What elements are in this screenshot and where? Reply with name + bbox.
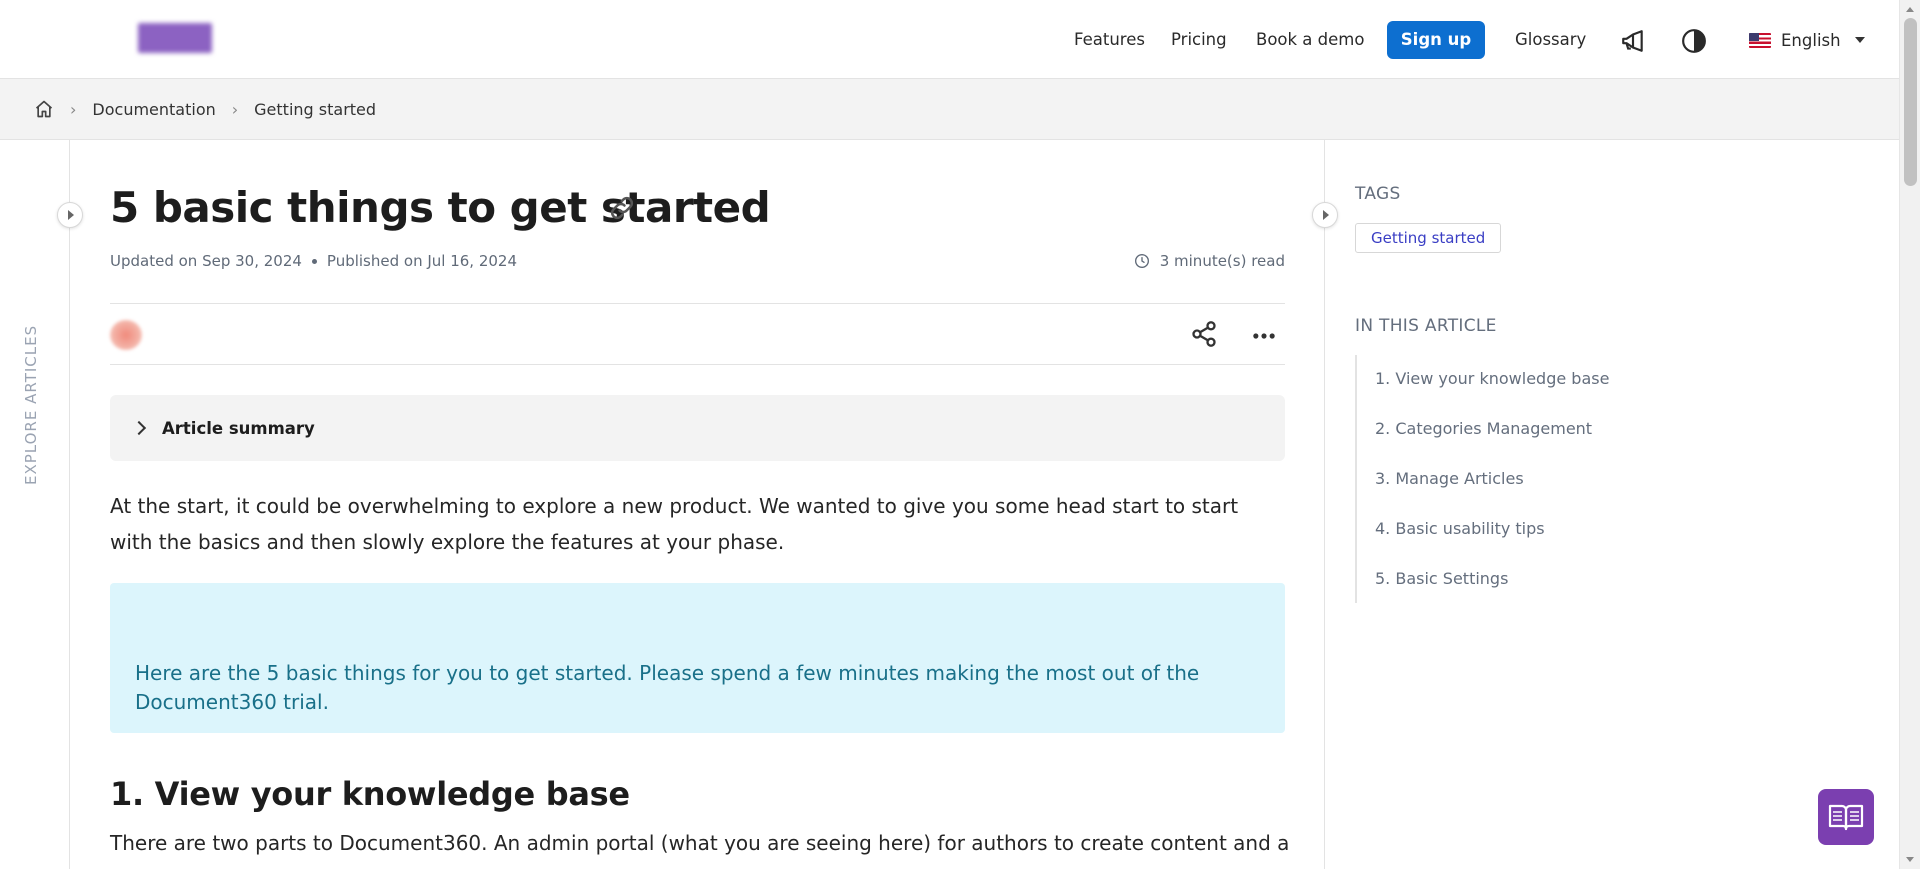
open-book-icon xyxy=(1828,804,1864,831)
separator-dot xyxy=(311,258,317,264)
breadcrumb: › Documentation › Getting started xyxy=(0,79,1899,140)
article-summary-label: Article summary xyxy=(162,418,315,438)
caret-right-icon xyxy=(68,210,74,220)
caret-right-icon xyxy=(1323,210,1329,220)
megaphone-icon[interactable] xyxy=(1620,28,1646,54)
us-flag-icon xyxy=(1749,32,1771,48)
top-navigation-bar: Features Pricing Book a demo Sign up Glo… xyxy=(0,0,1899,79)
section-1-paragraph: There are two parts to Document360. An a… xyxy=(110,831,1290,855)
sign-up-button[interactable]: Sign up xyxy=(1387,21,1485,59)
in-this-article-heading: IN THIS ARTICLE xyxy=(1355,316,1497,336)
chevron-right-icon: › xyxy=(231,99,239,119)
toc-item[interactable]: 3. Manage Articles xyxy=(1375,469,1524,488)
contrast-icon[interactable] xyxy=(1681,28,1707,54)
language-selector[interactable]: English xyxy=(1749,20,1865,60)
link-icon[interactable] xyxy=(607,193,637,223)
scroll-down-icon[interactable] xyxy=(1906,857,1914,862)
breadcrumb-documentation[interactable]: Documentation xyxy=(92,100,215,119)
author-avatar[interactable] xyxy=(110,320,142,350)
breadcrumb-getting-started[interactable]: Getting started xyxy=(254,100,376,119)
toc-item[interactable]: 2. Categories Management xyxy=(1375,419,1592,438)
nav-book-demo-link[interactable]: Book a demo xyxy=(1256,20,1364,60)
home-icon[interactable] xyxy=(34,99,54,119)
scrollbar-thumb[interactable] xyxy=(1904,18,1917,186)
collapse-right-rail-button[interactable] xyxy=(1312,202,1338,228)
intro-paragraph: At the start, it could be overwhelming t… xyxy=(110,494,1239,554)
company-logo[interactable] xyxy=(26,20,212,56)
expand-left-rail-button[interactable] xyxy=(57,202,83,228)
knowledge-base-widget-button[interactable] xyxy=(1818,789,1874,845)
nav-pricing-link[interactable]: Pricing xyxy=(1171,20,1227,60)
more-options-icon[interactable] xyxy=(1250,322,1278,350)
tag-getting-started[interactable]: Getting started xyxy=(1355,223,1502,253)
caret-down-icon xyxy=(1854,37,1865,43)
callout-text: Here are the 5 basic things for you to g… xyxy=(135,661,1200,714)
info-callout: Here are the 5 basic things for you to g… xyxy=(110,583,1285,733)
nav-features-link[interactable]: Features xyxy=(1074,20,1145,60)
article-meta: Updated on Sep 30, 2024 Published on Jul… xyxy=(110,252,517,270)
explore-articles-label[interactable]: EXPLORE ARTICLES xyxy=(22,325,40,485)
toc-item[interactable]: 5. Basic Settings xyxy=(1375,569,1508,588)
tags-heading: TAGS xyxy=(1355,184,1401,204)
chevron-right-icon xyxy=(131,420,147,436)
toc-item[interactable]: 4. Basic usability tips xyxy=(1375,519,1545,538)
clock-icon xyxy=(1134,254,1149,268)
section-1-heading: 1. View your knowledge base xyxy=(110,775,630,813)
divider xyxy=(110,303,1285,304)
article-title: 5 basic things to get started xyxy=(110,183,771,232)
table-of-contents: 1. View your knowledge base 2. Categorie… xyxy=(1355,355,1655,603)
language-label: English xyxy=(1781,30,1841,50)
left-rail: EXPLORE ARTICLES xyxy=(0,140,83,869)
published-date: Published on Jul 16, 2024 xyxy=(326,252,518,270)
scroll-up-icon[interactable] xyxy=(1906,7,1914,12)
chevron-right-icon: › xyxy=(70,99,77,119)
page-scrollbar[interactable] xyxy=(1899,0,1920,869)
share-icon[interactable] xyxy=(1190,320,1218,348)
toc-item[interactable]: 1. View your knowledge base xyxy=(1375,369,1609,388)
read-time: 3 minute(s) read xyxy=(1134,252,1285,270)
article-summary-toggle[interactable]: Article summary xyxy=(110,395,1285,461)
updated-date: Updated on Sep 30, 2024 xyxy=(110,252,302,270)
read-time-text: 3 minute(s) read xyxy=(1159,252,1285,270)
divider xyxy=(110,364,1285,365)
right-rail: TAGS Getting started IN THIS ARTICLE 1. … xyxy=(1312,140,1899,869)
nav-glossary-link[interactable]: Glossary xyxy=(1515,20,1586,60)
